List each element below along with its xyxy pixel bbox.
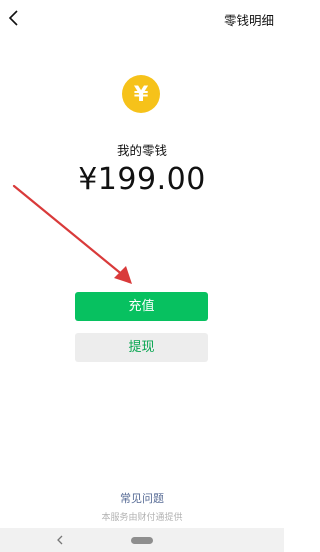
- yuan-coin-icon: ¥: [122, 75, 160, 113]
- provider-note: 本服务由财付通提供: [101, 513, 183, 523]
- change-details-link[interactable]: 零钱明细: [224, 10, 274, 29]
- home-pill-button[interactable]: [131, 537, 153, 544]
- withdraw-button[interactable]: 提现: [75, 333, 208, 362]
- system-nav-bar: [0, 528, 284, 552]
- top-bar: 零钱明细: [0, 0, 284, 36]
- wallet-label: 我的零钱: [116, 143, 167, 158]
- chevron-left-icon[interactable]: [6, 8, 22, 28]
- nav-back-icon[interactable]: [55, 534, 65, 546]
- balance-amount: ¥199.00: [78, 162, 206, 197]
- recharge-button[interactable]: 充值: [75, 292, 208, 321]
- faq-link[interactable]: 常见问题: [0, 490, 284, 506]
